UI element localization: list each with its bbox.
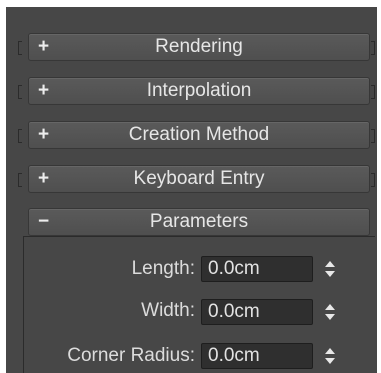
rollout-title: Interpolation — [146, 80, 252, 101]
spinner-up-icon[interactable] — [325, 348, 335, 354]
rollout-rendering[interactable]: + Rendering — [28, 33, 370, 61]
rollout-title: Keyboard Entry — [133, 168, 265, 189]
corner-radius-spinner[interactable] — [322, 343, 338, 369]
length-label: Length: — [131, 258, 195, 279]
length-spinner[interactable] — [322, 256, 338, 282]
rollout-title: Parameters — [149, 211, 249, 232]
spinner-down-icon[interactable] — [325, 358, 335, 364]
rollout-bracket-left — [18, 85, 22, 99]
length-input[interactable] — [201, 256, 313, 282]
rollout-bracket-right — [371, 173, 375, 187]
rollout-bracket-right — [371, 85, 375, 99]
rollout-bracket-right — [371, 41, 375, 55]
spinner-up-icon[interactable] — [325, 304, 335, 310]
rollout-parameters[interactable]: − Parameters — [28, 208, 370, 236]
spinner-down-icon[interactable] — [325, 271, 335, 277]
rollout-creation-method[interactable]: + Creation Method — [28, 121, 370, 149]
width-input[interactable] — [201, 299, 313, 325]
corner-radius-label: Corner Radius: — [67, 345, 195, 366]
corner-radius-input[interactable] — [201, 343, 313, 369]
rollout-bracket-left — [18, 173, 22, 187]
rollout-title: Rendering — [155, 36, 243, 57]
command-panel: + Rendering + Interpolation + Creation M… — [6, 7, 377, 373]
width-spinner[interactable] — [322, 299, 338, 325]
rollout-keyboard-entry[interactable]: + Keyboard Entry — [28, 165, 370, 193]
rollout-title: Creation Method — [128, 124, 270, 145]
spinner-up-icon[interactable] — [325, 261, 335, 267]
width-label: Width: — [141, 300, 195, 321]
rollout-bracket-left — [18, 129, 22, 143]
rollout-interpolation[interactable]: + Interpolation — [28, 77, 370, 105]
rollout-bracket-right — [371, 129, 375, 143]
rollout-bracket-left — [18, 41, 22, 55]
spinner-down-icon[interactable] — [325, 314, 335, 320]
